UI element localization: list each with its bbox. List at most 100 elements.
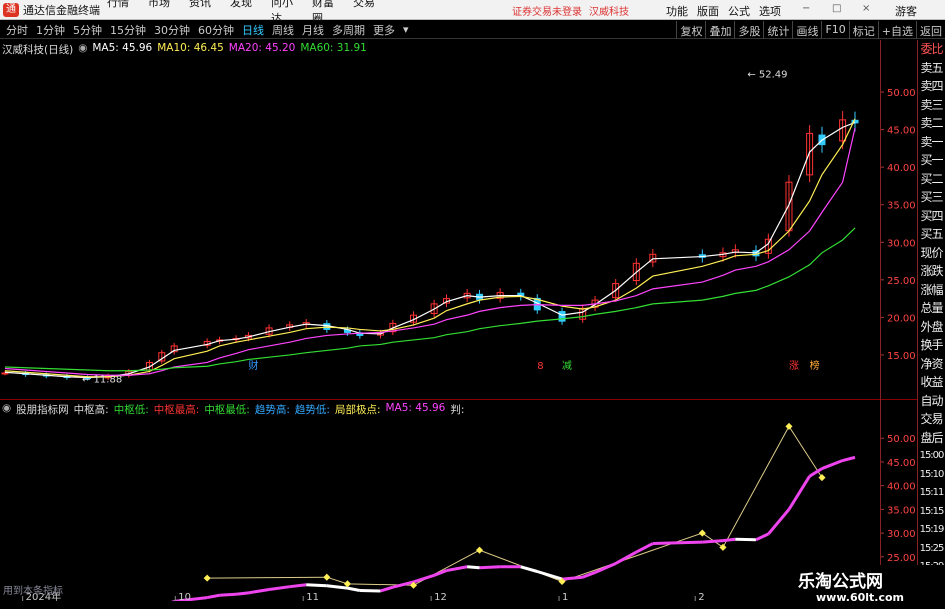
legend-center-high: 中枢高: [73,404,109,416]
menu-item-layout[interactable]: 版面 [697,3,719,19]
kline-chart-pane[interactable]: 50.00 45.00 40.00 35.00 30.00 25.00 20.00 15.00… [0,40,917,398]
kline-chart[interactable]: 50.00 45.00 40.00 35.00 30.00 25.00 20.00 15.00… [0,40,917,398]
ind-ma5-segment [413,573,435,584]
legend-stock-name[interactable]: 汉威科技(日线) [2,42,73,57]
side-item[interactable]: 换手 [918,336,945,355]
legend-trend-low: 趋势低: [294,404,330,416]
event-tag: 涨 [789,360,799,372]
period-daily[interactable]: 日线 [240,22,266,38]
side-item[interactable]: 涨幅 [918,281,945,300]
side-item[interactable]: 卖五 [918,59,945,78]
side-item[interactable]: 15:11 [918,484,945,503]
ind-ma5-segment [702,539,724,544]
side-item[interactable]: 卖一 [918,133,945,152]
price-axis-label: 45.00 [887,126,916,137]
quote-side-panel: 委比 卖五 卖四 卖三 卖二 卖一 买一 买二 买三 买四 买五 现价 涨跌 涨幅 总量 外盘 换手 净资 收益 自动… [917,40,945,609]
side-item[interactable]: 收益 [918,373,945,392]
period-1min[interactable]: 1分钟 [34,22,67,38]
price-axis-divider [880,40,881,596]
side-item[interactable]: 自动 [918,392,945,411]
side-item[interactable]: 总量 [918,299,945,318]
side-item[interactable]: 买三 [918,188,945,207]
legend-toggle-icon[interactable]: ◉ [78,42,87,57]
close-icon[interactable]: × [862,3,870,14]
ind-ma5-segment [289,583,307,589]
legend-indicator-name[interactable]: 股朋指标网 [16,402,69,417]
ind-ma5-segment [614,550,638,565]
draw-line-button[interactable]: 画线 [792,21,821,39]
side-item[interactable]: 卖二 [918,114,945,133]
side-item[interactable]: 买一 [918,151,945,170]
menu-item-function[interactable]: 功能 [666,3,688,19]
menu-item-formula[interactable]: 公式 [728,3,750,19]
price-axis-label: 25.00 [887,276,916,287]
period-5min[interactable]: 5分钟 [71,22,104,38]
legend-center-max: 中枢最高: [153,404,200,416]
side-item[interactable]: 15:10 [918,466,945,485]
period-60min[interactable]: 60分钟 [196,22,236,38]
event-tag: 榜 [810,359,820,372]
ind-ma5-segment [248,588,270,595]
minimize-icon[interactable]: − [802,3,810,14]
side-item[interactable]: 买四 [918,207,945,226]
mark-button[interactable]: 标记 [848,21,878,39]
back-button[interactable]: 返回 [916,21,945,39]
site-watermark: 乐淘公式网 www.60lt.com [780,565,945,609]
side-item[interactable]: 15:15 [918,503,945,522]
side-item[interactable]: 15:00 [918,447,945,466]
period-monthly[interactable]: 月线 [300,22,326,38]
overlay-button[interactable]: 叠加 [705,21,734,39]
period-more[interactable]: 更多 [371,22,397,38]
adjust-button[interactable]: 复权 [676,21,705,39]
period-timeshare[interactable]: 分时 [4,22,30,38]
login-notice[interactable]: 证券交易未登录 [512,3,582,18]
period-multi[interactable]: 多周期 [330,22,367,38]
side-item[interactable]: 15:19 [918,521,945,540]
ind-ma5-segment [755,532,769,542]
side-item[interactable]: 现价 [918,244,945,263]
guest-user-label[interactable]: 游客 [895,3,917,19]
ind-ma5-segment [326,584,348,590]
ind-ma5-segment [467,565,480,570]
pivot-marker [719,543,727,551]
event-tag: 减 [562,360,572,372]
f10-button[interactable]: F10 [821,21,848,39]
multi-stock-button[interactable]: 多股 [734,21,763,39]
side-item[interactable]: 15:25 [918,540,945,559]
menu-item-options[interactable]: 选项 [759,3,781,19]
side-item[interactable]: 涨跌 [918,262,945,281]
ind-ma5-segment [219,592,237,597]
pivot-marker [475,546,484,554]
side-item[interactable]: 卖四 [918,77,945,96]
side-item[interactable]: 盘后 [918,429,945,448]
legend-trend-high: 趋势高: [254,404,290,416]
period-weekly[interactable]: 周线 [270,22,296,38]
side-item[interactable]: 买二 [918,170,945,189]
ind-ma5-segment [206,593,220,600]
add-watchlist-button[interactable]: +自选 [877,21,916,39]
chevron-down-icon[interactable]: ▾ [401,23,411,36]
statistics-button[interactable]: 统计 [763,21,792,39]
period-toolbar: 分时 1分钟 5分钟 15分钟 30分钟 60分钟 日线 周线 月线 多周期 更… [0,21,945,39]
ind-axis-label: 30.00 [887,529,916,540]
period-30min[interactable]: 30分钟 [152,22,192,38]
side-item[interactable]: 委比 [918,40,945,59]
ind-axis-label: 40.00 [887,482,916,493]
side-item[interactable]: 交易 [918,410,945,429]
ind-ma5-segment [479,565,501,570]
maximize-icon[interactable]: □ [832,3,841,14]
ind-ma5-segment [652,540,703,546]
pivot-marker [323,573,331,581]
side-item[interactable]: 外盘 [918,318,945,337]
legend-settings-icon[interactable]: ◉ [2,402,11,417]
side-item[interactable]: 净资 [918,355,945,374]
ind-axis-label: 45.00 [887,458,916,469]
legend-local-pivot: 局部极点: [334,404,381,416]
side-item[interactable]: 卖三 [918,96,945,115]
watermark-title: 乐淘公式网 [798,572,883,592]
price-axis-label: 50.00 [887,88,916,99]
side-item[interactable]: 买五 [918,225,945,244]
period-15min[interactable]: 15分钟 [108,22,148,38]
pivot-marker [818,474,826,482]
ind-ma5-segment [842,455,856,462]
